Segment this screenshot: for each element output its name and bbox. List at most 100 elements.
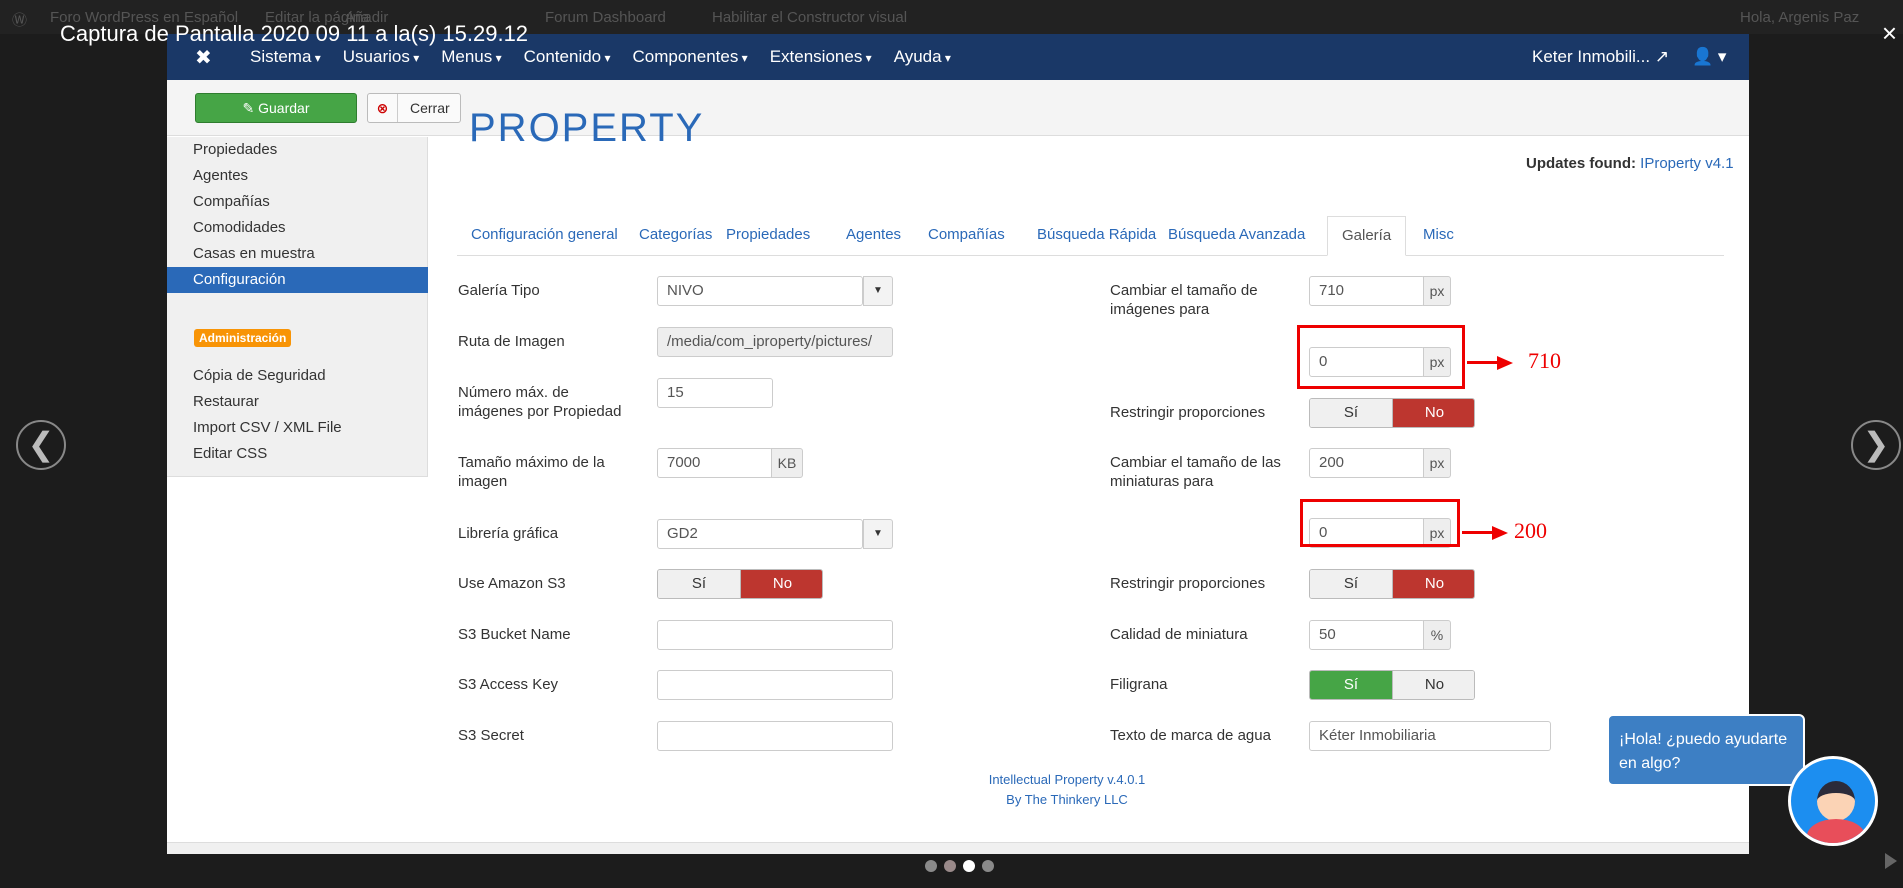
tab-busqueda-rapida[interactable]: Búsqueda Rápida [1037, 216, 1156, 256]
tam-max-field[interactable]: 7000 [657, 448, 773, 478]
annotation-200: 200 [1514, 518, 1547, 543]
pagination-dot[interactable] [982, 860, 994, 872]
avatar-body [1807, 819, 1865, 843]
menu-contenido[interactable]: Contenido [513, 34, 622, 81]
save-label: Guardar [258, 100, 310, 116]
restrict1-no[interactable]: No [1393, 399, 1474, 427]
arrow-head-icon [1492, 526, 1508, 540]
tam-max-label: Tamaño máximo de la imagen [458, 454, 605, 490]
pagination-dot[interactable] [944, 860, 956, 872]
updates-link[interactable]: IProperty v4.1 [1640, 155, 1733, 172]
highlight-box [1300, 499, 1460, 547]
amazon-no[interactable]: No [741, 570, 822, 598]
tab-busqueda-avanzada[interactable]: Búsqueda Avanzada [1168, 216, 1305, 256]
watermark-text-input[interactable]: Kéter Inmobiliaria [1309, 721, 1551, 751]
wordpress-logo-icon[interactable]: Ⓦ [12, 9, 27, 30]
chat-bubble[interactable]: ¡Hola! ¿puedo ayudarte en algo? [1607, 714, 1805, 786]
restrict2-no[interactable]: No [1393, 570, 1474, 598]
galeria-tipo-label: Galería Tipo [458, 282, 540, 299]
watermark-label: Filigrana [1110, 676, 1168, 693]
iproperty-logo: PROPERTY [469, 106, 705, 150]
sidebar-item-agentes[interactable]: Agentes [167, 163, 428, 189]
menu-componentes[interactable]: Componentes [622, 34, 759, 81]
bucket-label: S3 Bucket Name [458, 626, 571, 643]
sidebar: Propiedades Agentes Compañías Comodidade… [167, 137, 428, 477]
settings-tabs: Configuración general Categorías Propied… [457, 216, 1724, 256]
close-icon[interactable]: × [1882, 20, 1897, 46]
watermark-text-label: Texto de marca de agua [1110, 727, 1271, 744]
edit-icon: ✎ [242, 100, 255, 116]
quality-field[interactable]: 50 [1309, 620, 1425, 650]
annotation-710: 710 [1528, 348, 1561, 373]
user-menu[interactable]: 👤 ▾ [1692, 34, 1726, 80]
secret-label: S3 Secret [458, 727, 524, 744]
ruta-imagen-field[interactable]: /media/com_iproperty/pictures/ [657, 327, 893, 357]
num-max-field[interactable]: 15 [657, 378, 773, 408]
close-circle-icon: ⊗ [368, 94, 398, 122]
sidebar-item-css[interactable]: Editar CSS [167, 441, 428, 467]
tab-misc[interactable]: Misc [1423, 216, 1454, 256]
sidebar-item-import[interactable]: Import CSV / XML File [167, 415, 428, 441]
chat-avatar-icon[interactable] [1788, 756, 1878, 846]
updates-label: Updates found: [1526, 155, 1636, 172]
tab-configuracion-general[interactable]: Configuración general [471, 216, 618, 256]
close-button[interactable]: ⊗ Cerrar [367, 93, 461, 123]
quality-label: Calidad de miniatura [1110, 626, 1248, 643]
tab-companias[interactable]: Compañías [928, 216, 1005, 256]
chevron-right-icon[interactable]: ❯ [1851, 420, 1901, 470]
resize-thumbs-label: Cambiar el tamaño de las miniaturas para [1110, 454, 1281, 490]
amazon-yes[interactable]: Sí [658, 570, 741, 598]
resize-thumbs-width[interactable]: 200 [1309, 448, 1425, 478]
libreria-label: Librería gráfica [458, 525, 559, 542]
sidebar-item-casas[interactable]: Casas en muestra [167, 241, 428, 267]
play-icon[interactable] [1885, 853, 1897, 869]
menu-extensiones[interactable]: Extensiones [759, 34, 883, 81]
chevron-left-icon[interactable]: ❮ [16, 420, 66, 470]
access-input[interactable] [657, 670, 893, 700]
wp-bar-builder[interactable]: Habilitar el Constructor visual [712, 9, 907, 26]
pagination-dot[interactable] [925, 860, 937, 872]
joomla-logo-icon[interactable]: ✖ [195, 45, 212, 70]
sidebar-item-configuracion[interactable]: Configuración [167, 267, 428, 293]
galeria-tipo-select[interactable]: NIVO [657, 276, 863, 306]
credit-author[interactable]: By The Thinkery LLC [867, 792, 1267, 807]
tab-galeria[interactable]: Galería [1327, 216, 1407, 256]
sidebar-item-propiedades[interactable]: Propiedades [167, 137, 428, 163]
arrow-head-icon [1497, 356, 1513, 370]
libreria-select[interactable]: GD2 [657, 519, 863, 549]
annotation-arrow [1462, 531, 1496, 534]
wp-bar-forum[interactable]: Forum Dashboard [545, 9, 666, 26]
resize-images-width[interactable]: 710 [1309, 276, 1425, 306]
secret-input[interactable] [657, 721, 893, 751]
restrict2-toggle: Sí No [1309, 569, 1475, 599]
restrict1-yes[interactable]: Sí [1310, 399, 1393, 427]
save-button[interactable]: ✎ Guardar [195, 93, 357, 123]
sidebar-item-comodidades[interactable]: Comodidades [167, 215, 428, 241]
ruta-imagen-label: Ruta de Imagen [458, 333, 565, 350]
watermark-yes[interactable]: Sí [1310, 671, 1393, 699]
percent-addon: % [1423, 620, 1451, 650]
watermark-no[interactable]: No [1393, 671, 1474, 699]
sidebar-item-copia[interactable]: Cópia de Seguridad [167, 363, 428, 389]
menu-ayuda[interactable]: Ayuda [883, 34, 962, 81]
wp-bar-greeting[interactable]: Hola, Argenis Paz [1740, 9, 1859, 26]
tab-categorias[interactable]: Categorías [639, 216, 712, 256]
toolbar: ✎ Guardar ⊗ Cerrar [167, 80, 1749, 136]
bucket-input[interactable] [657, 620, 893, 650]
admin-badge: Administración [194, 329, 292, 347]
annotation-arrow [1467, 361, 1501, 364]
avatar-face [1817, 781, 1855, 821]
caret-down-icon[interactable]: ▼ [863, 276, 893, 306]
credit-version[interactable]: Intellectual Property v.4.0.1 [867, 772, 1267, 787]
site-link[interactable]: Keter Inmobili... ↗ [1532, 34, 1669, 80]
resize-images-label: Cambiar el tamaño de imágenes para [1110, 282, 1258, 318]
tab-propiedades[interactable]: Propiedades [726, 216, 810, 256]
restrict2-yes[interactable]: Sí [1310, 570, 1393, 598]
close-label: Cerrar [410, 100, 450, 116]
sidebar-item-companias[interactable]: Compañías [167, 189, 428, 215]
restrict1-label: Restringir proporciones [1110, 404, 1266, 421]
sidebar-item-restaurar[interactable]: Restaurar [167, 389, 428, 415]
pagination-dot-active[interactable] [963, 860, 975, 872]
tab-agentes[interactable]: Agentes [846, 216, 901, 256]
caret-down-icon[interactable]: ▼ [863, 519, 893, 549]
